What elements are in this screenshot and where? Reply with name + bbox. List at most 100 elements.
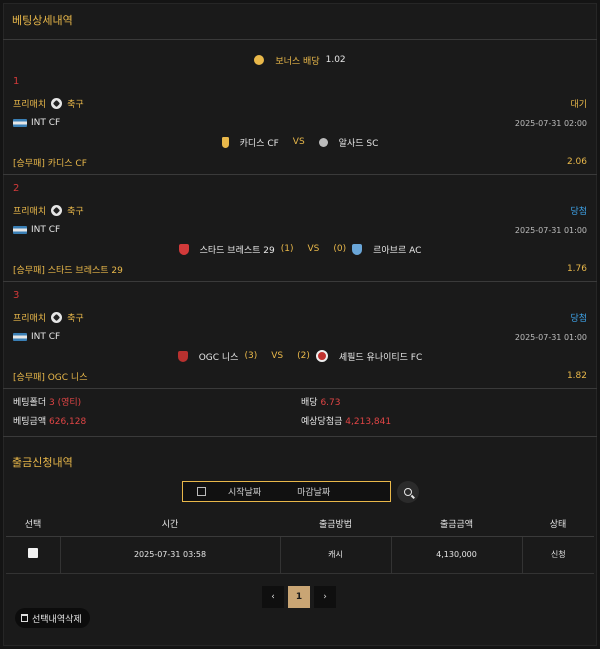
search-button[interactable] (397, 481, 419, 503)
league-row: INT CF 2025-07-31 01:00 (13, 330, 587, 344)
home-team-crest-icon (178, 243, 189, 255)
home-team-crest-icon (221, 136, 229, 148)
table-header-row: 선택 시간 출금방법 출금금액 상태 (6, 512, 594, 537)
away-team-crest-icon (318, 137, 328, 147)
away-score: (2) (297, 351, 310, 361)
bet-amount-value: 626,128 (49, 417, 87, 427)
league-flag-icon (13, 226, 27, 234)
match-row: OGC 니스 (3) VS (2) 셰필드 유나이티드 FC (0, 349, 600, 363)
soccer-ball-icon (51, 97, 63, 109)
bet-status: 대기 (570, 99, 587, 110)
withdrawal-title: 출금신청내역 (12, 456, 73, 469)
match-datetime: 2025-07-31 02:00 (514, 118, 587, 128)
bet-type-label: 프리매치 (13, 99, 47, 110)
away-team: 셰필드 유나이티드 FC (338, 352, 423, 363)
betting-detail-title: 베팅상세내역 (12, 14, 73, 27)
bet-status: 당첨 (570, 313, 587, 324)
pick-row: [승무패] OGC 니스 1.82 (13, 369, 587, 383)
sport-label: 축구 (67, 206, 84, 217)
bet-index: 1 (13, 76, 20, 87)
next-page-button[interactable]: › (314, 586, 336, 608)
league-flag-icon (13, 333, 27, 341)
home-team: OGC 니스 (198, 352, 239, 363)
home-team-crest-icon (177, 350, 188, 362)
delete-selected-label: 선택내역삭제 (32, 614, 82, 625)
row-status: 신청 (522, 536, 594, 574)
bet-amount-label: 베팅금액 (13, 417, 47, 427)
away-score: (0) (333, 244, 347, 254)
column-header: 선택 (6, 512, 60, 537)
bet-odds: 2.06 (566, 157, 587, 167)
odds-summary: 배당 6.73 (301, 395, 340, 408)
sport-label: 축구 (67, 313, 84, 324)
bet-odds: 1.82 (566, 371, 587, 381)
match-row: 스타드 브레스트 29 (1) VS (0) 르아브르 AC (0, 242, 600, 256)
home-team: 스타드 브레스트 29 (199, 245, 275, 256)
bet-pick: [승무패] 스타드 브레스트 29 (13, 265, 123, 276)
bet-index: 2 (13, 183, 20, 194)
bet-pick: [승무패] 카디스 CF (13, 158, 87, 169)
pick-row: [승무패] 스타드 브레스트 29 1.76 (13, 262, 587, 276)
divider (3, 281, 597, 282)
folder-label: 베팅폴더 (13, 398, 47, 408)
bet-status: 당첨 (570, 206, 587, 217)
row-amount: 4,130,000 (391, 536, 523, 574)
soccer-ball-icon (51, 311, 63, 323)
bonus-row: 보너스 배당 1.02 (0, 53, 600, 67)
home-score: (1) (280, 244, 294, 254)
amount-summary: 베팅금액 626,128 (13, 414, 86, 427)
bet-type-label: 프리매치 (13, 206, 47, 217)
divider (3, 174, 597, 175)
bet-type-label: 프리매치 (13, 313, 47, 324)
row-checkbox[interactable] (27, 548, 38, 558)
start-date-input[interactable]: 시작날짜 (228, 485, 261, 498)
column-header: 상태 (522, 512, 594, 537)
league-name: INT CF (31, 118, 61, 128)
vs-label: VS (307, 244, 320, 254)
table-row: 2025-07-31 03:58 캐시 4,130,000 신청 (6, 536, 594, 574)
bonus-icon (254, 55, 265, 65)
home-score: (3) (244, 351, 258, 361)
total-odds-value: 6.73 (320, 398, 341, 408)
match-row: 카디스 CF VS 알사드 SC (0, 135, 600, 149)
bonus-value: 1.02 (325, 55, 346, 65)
withdrawal-table: 선택 시간 출금방법 출금금액 상태 2025-07-31 03:58 캐시 4… (6, 512, 594, 574)
column-header: 출금방법 (280, 512, 391, 537)
bet-header: 프리매치 축구 당첨 (13, 310, 587, 324)
delete-selected-button[interactable]: 선택내역삭제 (15, 608, 90, 628)
trash-icon (21, 614, 28, 622)
column-header: 출금금액 (391, 512, 522, 537)
bet-index: 3 (13, 290, 20, 301)
divider (3, 388, 597, 389)
divider (3, 39, 597, 40)
folder-summary: 베팅폴더 3 (영티) (13, 395, 81, 408)
search-icon (404, 488, 412, 496)
away-team-crest-icon (352, 243, 363, 255)
match-datetime: 2025-07-31 01:00 (514, 225, 587, 235)
away-team: 르아브르 AC (373, 245, 422, 256)
calendar-icon (197, 487, 206, 496)
end-date-input[interactable]: 마감날짜 (297, 485, 330, 498)
vs-label: VS (292, 137, 305, 147)
page-1-button[interactable]: 1 (288, 586, 310, 608)
league-name: INT CF (31, 332, 61, 342)
vs-label: VS (271, 351, 284, 361)
bet-odds: 1.76 (566, 264, 587, 274)
divider (3, 436, 597, 437)
away-team: 알사드 SC (338, 138, 379, 149)
bet-header: 프리매치 축구 대기 (13, 96, 587, 110)
expected-win-label: 예상당첨금 (301, 417, 343, 427)
league-row: INT CF 2025-07-31 02:00 (13, 116, 587, 130)
row-time: 2025-07-31 03:58 (60, 536, 281, 574)
home-team: 카디스 CF (239, 138, 279, 149)
column-header: 시간 (60, 512, 280, 537)
bet-pick: [승무패] OGC 니스 (13, 372, 88, 383)
expected-summary: 예상당첨금 4,213,841 (301, 414, 391, 427)
date-range-picker[interactable]: 시작날짜 마감날짜 (182, 481, 391, 502)
row-select-cell (6, 536, 61, 574)
prev-page-button[interactable]: ‹ (262, 586, 284, 608)
row-method: 캐시 (280, 536, 392, 574)
total-odds-label: 배당 (301, 398, 318, 408)
bonus-label: 보너스 배당 (275, 56, 320, 67)
match-datetime: 2025-07-31 01:00 (514, 332, 587, 342)
